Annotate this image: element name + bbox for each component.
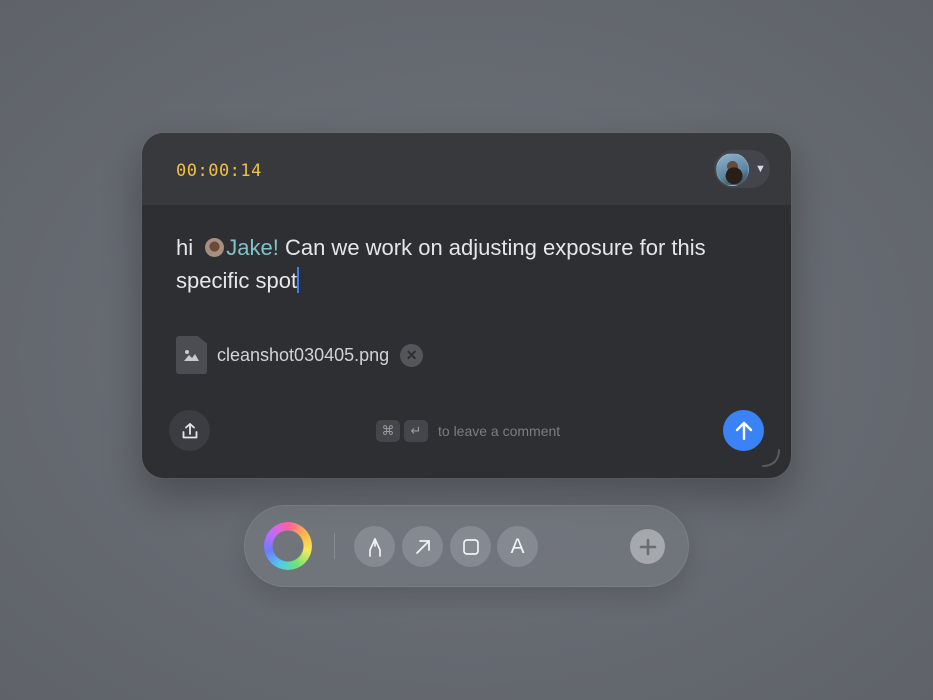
drawing-toolbar: A <box>244 505 689 587</box>
text-tool-button[interactable]: A <box>497 526 538 567</box>
arrow-up-icon <box>735 421 752 440</box>
toolbar-divider <box>334 533 335 559</box>
rectangle-tool-button[interactable] <box>450 526 491 567</box>
add-tool-button[interactable] <box>630 529 665 564</box>
user-switcher[interactable]: ▼ <box>714 150 770 188</box>
comment-header: 00:00:14 ▼ <box>142 133 791 205</box>
close-icon: ✕ <box>405 347 418 363</box>
command-key-icon: ⌘ <box>376 420 400 442</box>
mention-tag[interactable]: Jake! <box>226 235 279 260</box>
color-picker-button[interactable] <box>264 522 312 570</box>
timestamp: 00:00:14 <box>176 161 262 181</box>
chevron-down-icon: ▼ <box>755 163 766 175</box>
attachment-file-name: cleanshot030405.png <box>217 344 390 365</box>
resize-handle[interactable] <box>761 448 781 468</box>
arrow-up-right-icon <box>415 539 430 554</box>
return-key-icon: ↵ <box>404 420 428 442</box>
hint-text: to leave a comment <box>438 423 561 439</box>
upload-icon <box>182 422 197 438</box>
message-prefix: hi <box>176 235 200 260</box>
pen-nib-icon <box>368 537 381 557</box>
text-cursor <box>297 267 300 293</box>
arrow-tool-button[interactable] <box>402 526 443 567</box>
text-tool-icon: A <box>510 534 525 558</box>
image-file-icon <box>176 336 207 374</box>
pen-tool-button[interactable] <box>354 526 395 567</box>
plus-icon <box>639 538 656 555</box>
shortcut-hint: ⌘ ↵ to leave a comment <box>376 420 560 442</box>
mention-avatar-icon <box>205 238 225 257</box>
attachment-chip: cleanshot030405.png ✕ <box>176 335 424 375</box>
send-button[interactable] <box>723 410 764 451</box>
square-icon <box>462 538 479 555</box>
comment-input[interactable]: hi Jake! Can we work on adjusting exposu… <box>176 231 756 297</box>
upload-button[interactable] <box>169 410 210 451</box>
remove-attachment-button[interactable]: ✕ <box>400 343 424 367</box>
comment-card: 00:00:14 ▼ hi Jake! Can we work on adjus… <box>142 133 791 478</box>
avatar-icon <box>716 152 749 186</box>
